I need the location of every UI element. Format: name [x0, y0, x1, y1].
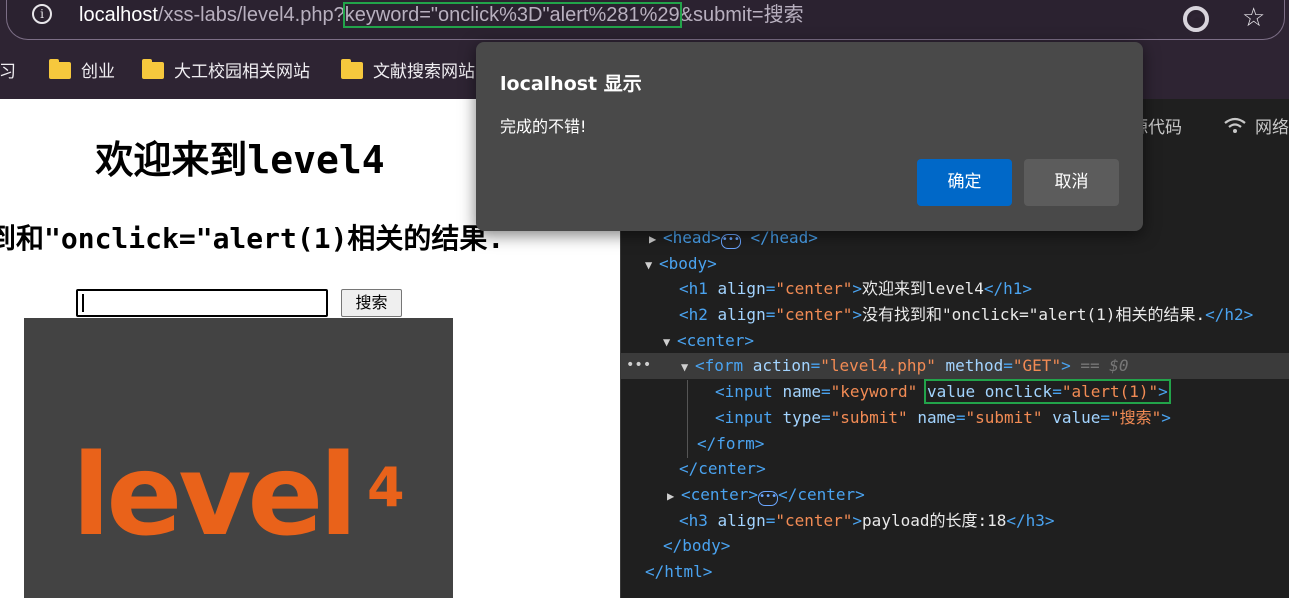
tab-network[interactable]: 网络 [1223, 113, 1289, 138]
level-logo-image: level 4 [24, 318, 453, 598]
bookmark-label: 大工校园相关网站 [174, 62, 310, 82]
dom-line-form-close[interactable]: </form> [621, 431, 1289, 457]
bookmark-label: 文献搜索网站 [373, 62, 475, 82]
alert-dialog: localhost 显示 完成的不错! 确定 取消 [476, 42, 1143, 231]
keyword-input[interactable] [76, 289, 328, 317]
result-message: 没有找到和"onclick="alert(1)相关的结果. [0, 222, 505, 255]
dom-line-body[interactable]: ▼ <body> [621, 251, 1289, 277]
dom-line-form-selected[interactable]: ••• ▼ <form action="level4.php" method="GE… [621, 353, 1289, 381]
ok-button[interactable]: 确定 [917, 159, 1012, 206]
expand-arrow-icon[interactable]: ▶ [667, 484, 681, 510]
dom-line-center2[interactable]: ▶ <center>•••</center> [621, 482, 1289, 508]
browser-toolbar: i localhost/xss-labs/level4.php?keyword=… [0, 0, 1289, 44]
dialog-title: localhost 显示 [500, 73, 642, 95]
url-host: localhost [79, 4, 158, 26]
dom-line-body-close[interactable]: </body> [621, 533, 1289, 559]
indent-guide [687, 380, 688, 458]
dom-line-h3[interactable]: <h3 align="center">payload的长度:18</h3> [621, 508, 1289, 534]
url-path: /xss-labs/level4.php? [157, 4, 345, 26]
address-bar[interactable]: i localhost/xss-labs/level4.php?keyword=… [6, 0, 1285, 40]
dom-line-center-close[interactable]: </center> [621, 456, 1289, 482]
tab-network-label: 网络 [1255, 118, 1289, 138]
favorite-star-icon[interactable]: ☆ [1242, 3, 1265, 33]
dialog-message: 完成的不错! [500, 117, 587, 136]
folder-icon [341, 59, 363, 79]
dom-line-h1[interactable]: <h1 align="center">欢迎来到level4</h1> [621, 276, 1289, 302]
bookmark-startup[interactable]: 创业 [49, 59, 115, 85]
url-text[interactable]: localhost/xss-labs/level4.php?keyword="o… [79, 1, 804, 29]
logo-number: 4 [367, 456, 405, 519]
page-heading: 欢迎来到level4 [95, 138, 385, 182]
folder-icon [49, 59, 71, 79]
ellipsis-icon[interactable]: ••• [758, 490, 779, 506]
more-dots-icon[interactable]: ••• [626, 353, 651, 379]
bookmark-literature-search[interactable]: 文献搜索网站 [341, 59, 475, 85]
logo-word: level [72, 431, 358, 561]
bookmark-label: 学习 [0, 62, 16, 82]
bookmark-campus-sites[interactable]: 大工校园相关网站 [142, 59, 310, 85]
ellipsis-icon[interactable]: ••• [720, 234, 741, 249]
collapse-arrow-icon[interactable]: ▼ [681, 355, 695, 381]
collapse-arrow-icon[interactable]: ▼ [645, 253, 659, 279]
dom-tree[interactable]: ▶ <head>••• </head> ▼ <body> <h1 align="ce… [621, 225, 1289, 585]
injected-attribute-highlight: value onclick="alert(1)"> [923, 379, 1171, 405]
dom-line-html-close[interactable]: </html> [621, 559, 1289, 585]
bookmark-label: 创业 [81, 62, 115, 82]
edge-icon[interactable] [1183, 6, 1209, 32]
url-highlighted-keyword: keyword="onclick%3D"alert%281%29 [342, 2, 682, 28]
dom-line-input-submit[interactable]: <input type="submit" name="submit" value… [621, 405, 1289, 431]
wifi-icon [1224, 117, 1246, 133]
cancel-button[interactable]: 取消 [1024, 159, 1119, 206]
search-button[interactable]: 搜索 [341, 289, 402, 317]
collapse-arrow-icon[interactable]: ▼ [663, 330, 677, 356]
folder-icon [142, 59, 164, 79]
bookmark-study[interactable]: 学习 [0, 59, 16, 85]
dom-line-center[interactable]: ▼ <center> [621, 328, 1289, 354]
dom-line-input-keyword[interactable]: <input name="keyword" value onclick="ale… [621, 379, 1289, 405]
url-rest: &submit=搜索 [679, 4, 804, 26]
info-icon[interactable]: i [32, 4, 52, 24]
dom-line-h2[interactable]: <h2 align="center">没有找到和"onclick="alert(… [621, 302, 1289, 328]
